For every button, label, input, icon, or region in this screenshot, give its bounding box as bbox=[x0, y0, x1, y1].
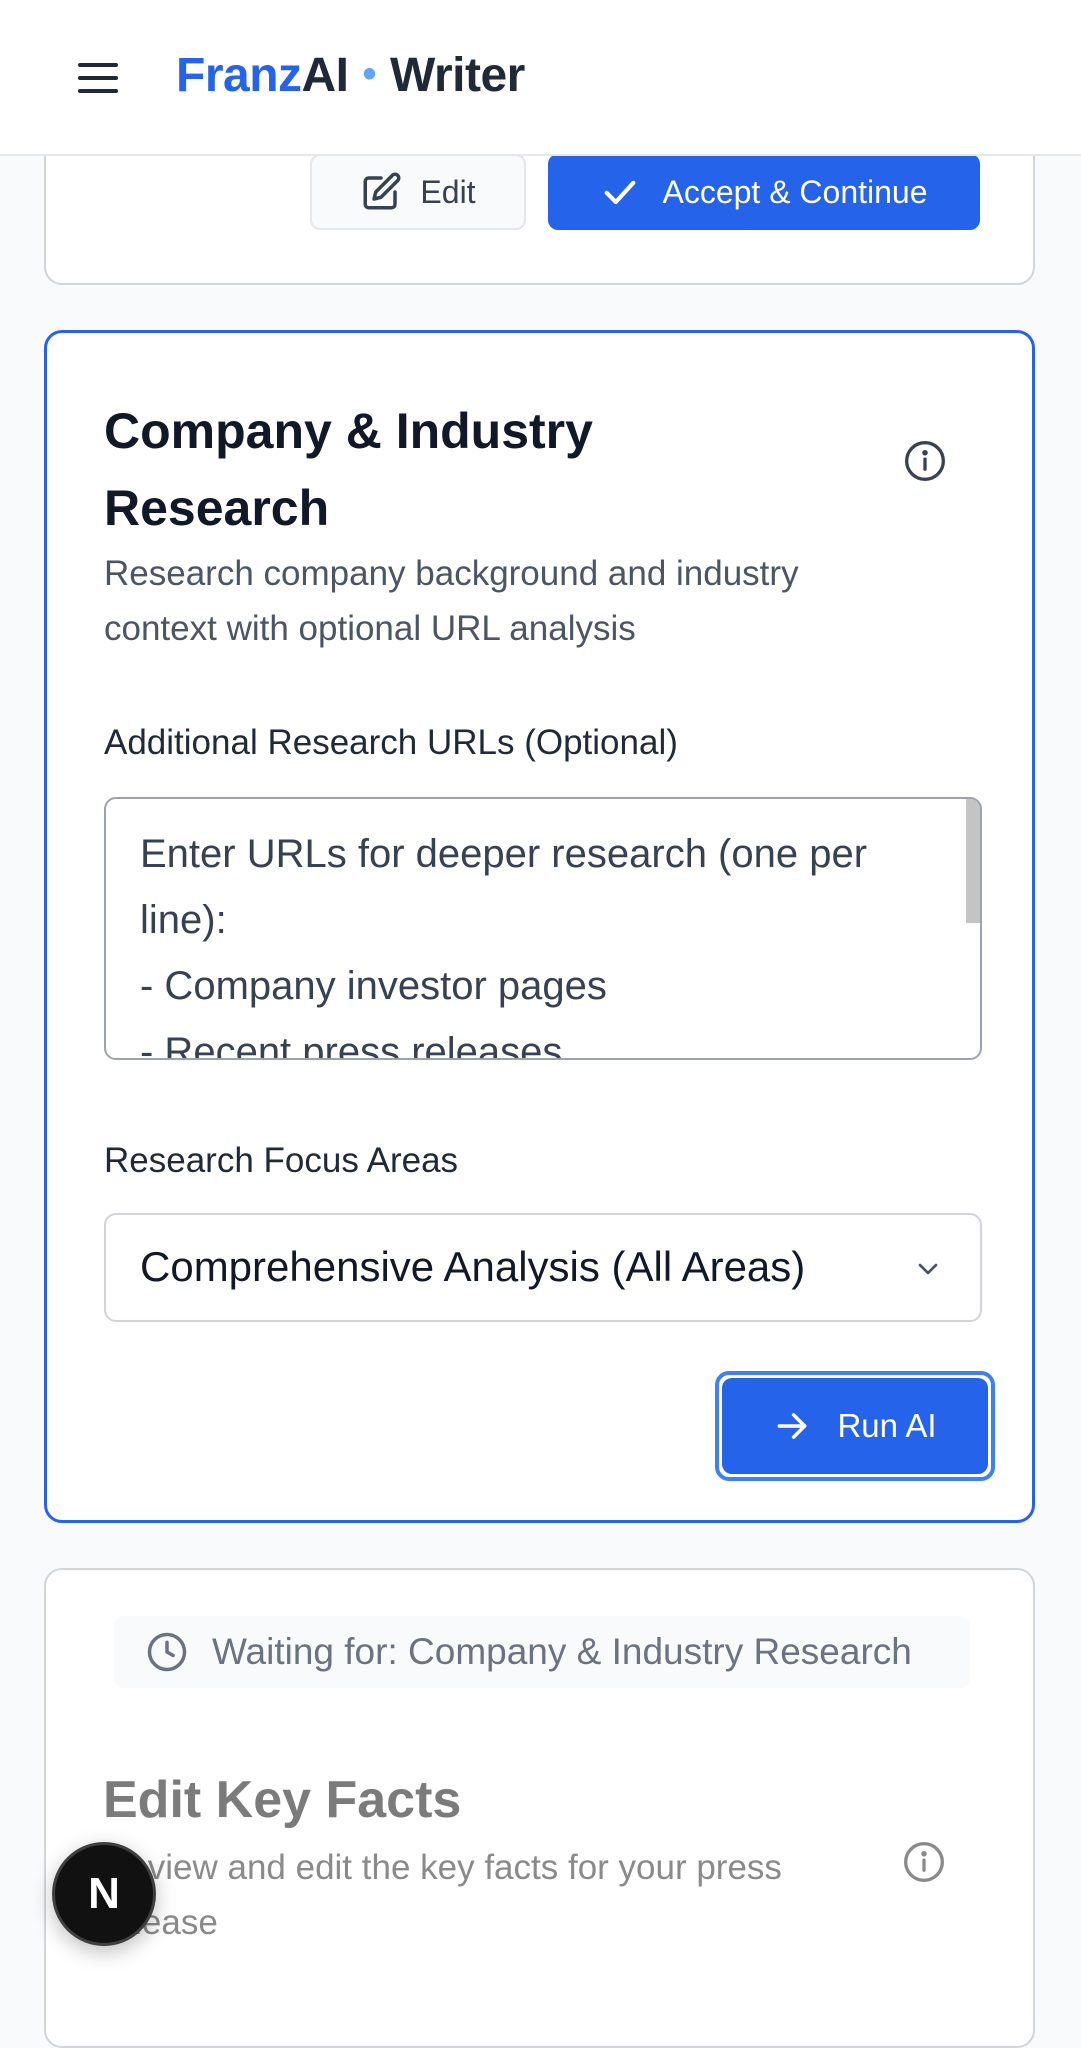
run-ai-label: Run AI bbox=[837, 1407, 937, 1444]
arrow-right-icon bbox=[778, 1413, 807, 1439]
step-title: Company & Industry Research bbox=[104, 403, 593, 536]
brand-writer: Writer bbox=[390, 49, 525, 102]
run-ai-button[interactable]: Run AI bbox=[722, 1378, 988, 1474]
urls-label: Additional Research URLs (Optional) bbox=[104, 723, 678, 762]
research-urls-textarea[interactable]: Enter URLs for deeper research (one per … bbox=[104, 797, 982, 1060]
brand-franz: Franz bbox=[176, 49, 302, 102]
waiting-status: Waiting for: Company & Industry Research bbox=[114, 1616, 970, 1688]
focus-label: Research Focus Areas bbox=[104, 1141, 459, 1180]
textarea-scrollbar[interactable] bbox=[966, 799, 980, 923]
clock-icon bbox=[147, 1632, 187, 1672]
app-header: FranzAI • Writer bbox=[0, 0, 1081, 156]
nextjs-dev-badge[interactable]: N bbox=[52, 1842, 156, 1946]
brand-dot: • bbox=[362, 52, 377, 96]
research-step-card: Company & Industry Research Research com… bbox=[44, 330, 1035, 1523]
waiting-text: Waiting for: Company & Industry Research bbox=[212, 1631, 912, 1672]
step-title: Edit Key Facts bbox=[103, 1771, 462, 1829]
brand-ai: AI bbox=[301, 49, 350, 102]
focus-selected-value: Comprehensive Analysis (All Areas) bbox=[140, 1243, 806, 1290]
badge-letter: N bbox=[88, 1869, 120, 1918]
accept-label: Accept & Continue bbox=[662, 173, 928, 210]
info-icon[interactable] bbox=[903, 439, 947, 483]
info-icon[interactable] bbox=[902, 1840, 946, 1884]
accept-continue-button[interactable]: Accept & Continue bbox=[548, 154, 980, 230]
edit-label: Edit bbox=[420, 173, 476, 210]
key-facts-step-card: Waiting for: Company & Industry Research… bbox=[44, 1568, 1035, 2048]
edit-button[interactable]: Edit bbox=[310, 154, 526, 230]
chevron-down-icon bbox=[918, 1263, 938, 1275]
research-focus-select[interactable]: Comprehensive Analysis (All Areas) bbox=[104, 1213, 982, 1322]
app-logo[interactable]: FranzAI • Writer bbox=[176, 46, 525, 108]
urls-placeholder: Enter URLs for deeper research (one per … bbox=[140, 832, 868, 1060]
menu-icon[interactable] bbox=[74, 54, 122, 102]
check-icon bbox=[605, 180, 636, 205]
step-description: Research company background and industry… bbox=[104, 554, 799, 648]
edit-icon bbox=[363, 172, 401, 210]
step-description: Review and edit the key facts for your p… bbox=[103, 1848, 782, 1942]
